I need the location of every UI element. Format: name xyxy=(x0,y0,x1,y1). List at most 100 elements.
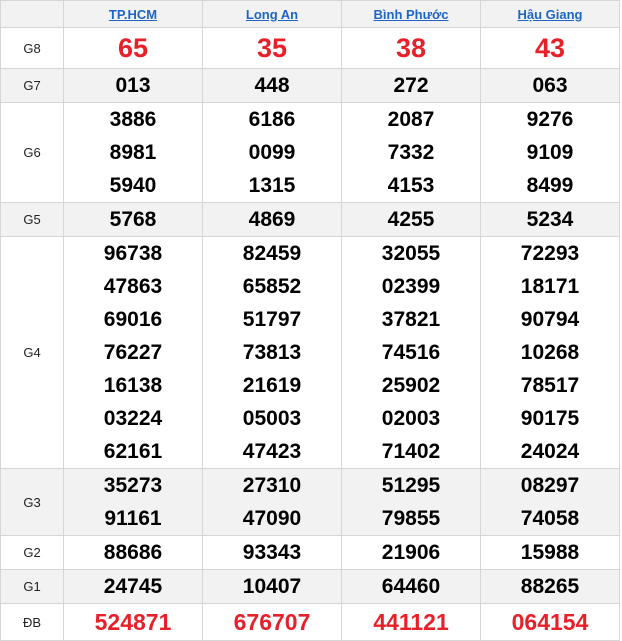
result-number: 96738 xyxy=(103,242,163,265)
result-number: 8981 xyxy=(109,141,157,164)
prize-row-g3: G3 35273 91161 27310 47090 51295 79855 0… xyxy=(0,468,620,536)
result-number: 32055 xyxy=(381,242,441,265)
result-number: 063 xyxy=(532,74,568,97)
result-cell: 013 xyxy=(63,68,203,103)
prize-label: G6 xyxy=(0,102,64,203)
result-number: 82459 xyxy=(242,242,302,265)
result-number: 24745 xyxy=(103,575,163,598)
result-cell: 35273 91161 xyxy=(63,468,203,536)
result-cell: 064154 xyxy=(480,603,620,641)
result-cell: 272 xyxy=(341,68,481,103)
prize-row-g7: G7 013 448 272 063 xyxy=(0,68,620,103)
result-number: 37821 xyxy=(381,308,441,331)
result-cell: 2087 7332 4153 xyxy=(341,102,481,203)
result-cell: 448 xyxy=(202,68,342,103)
result-number: 9109 xyxy=(526,141,574,164)
province-link-long-an[interactable]: Long An xyxy=(246,7,298,22)
result-number: 21906 xyxy=(381,541,441,564)
result-number: 05003 xyxy=(242,407,302,430)
result-number: 15988 xyxy=(520,541,580,564)
result-cell: 27310 47090 xyxy=(202,468,342,536)
result-cell: 64460 xyxy=(341,569,481,604)
result-number: 5940 xyxy=(109,174,157,197)
prize-row-g6: G6 3886 8981 5940 6186 0099 1315 2087 73… xyxy=(0,102,620,203)
result-number: 7332 xyxy=(387,141,435,164)
result-number: 448 xyxy=(254,74,290,97)
result-number: 90175 xyxy=(520,407,580,430)
result-number: 5768 xyxy=(109,208,157,231)
result-number: 47423 xyxy=(242,440,302,463)
result-cell: 88265 xyxy=(480,569,620,604)
result-number: 79855 xyxy=(381,507,441,530)
result-number: 18171 xyxy=(520,275,580,298)
province-link-tphcm[interactable]: TP.HCM xyxy=(109,7,157,22)
prize-label: ĐB xyxy=(0,603,64,641)
result-number: 35273 xyxy=(103,474,163,497)
prize-label: G3 xyxy=(0,468,64,536)
result-number: 013 xyxy=(115,74,151,97)
result-number: 65 xyxy=(117,33,149,63)
result-number: 71402 xyxy=(381,440,441,463)
result-number: 064154 xyxy=(511,609,589,635)
header-row: TP.HCM Long An Bình Phước Hậu Giang xyxy=(0,0,620,28)
result-number: 16138 xyxy=(103,374,163,397)
prize-row-g5: G5 5768 4869 4255 5234 xyxy=(0,202,620,237)
result-number: 02003 xyxy=(381,407,441,430)
result-cell: 88686 xyxy=(63,535,203,570)
result-cell: 65 xyxy=(63,27,203,69)
result-number: 676707 xyxy=(233,609,311,635)
result-number: 5234 xyxy=(526,208,574,231)
province-link-hau-giang[interactable]: Hậu Giang xyxy=(517,7,582,22)
result-number: 62161 xyxy=(103,440,163,463)
prize-label: G2 xyxy=(0,535,64,570)
result-cell: 5234 xyxy=(480,202,620,237)
result-cell: 08297 74058 xyxy=(480,468,620,536)
result-number: 8499 xyxy=(526,174,574,197)
province-header: Hậu Giang xyxy=(480,0,620,28)
result-number: 64460 xyxy=(381,575,441,598)
result-cell: 96738 47863 69016 76227 16138 03224 6216… xyxy=(63,236,203,469)
result-number: 25902 xyxy=(381,374,441,397)
result-number: 24024 xyxy=(520,440,580,463)
result-cell: 4255 xyxy=(341,202,481,237)
result-number: 441121 xyxy=(373,609,449,635)
result-cell: 6186 0099 1315 xyxy=(202,102,342,203)
prize-label: G7 xyxy=(0,68,64,103)
result-number: 93343 xyxy=(242,541,302,564)
result-number: 03224 xyxy=(103,407,163,430)
result-number: 4255 xyxy=(387,208,435,231)
result-number: 76227 xyxy=(103,341,163,364)
result-number: 3886 xyxy=(109,108,157,131)
result-number: 65852 xyxy=(242,275,302,298)
prize-label: G4 xyxy=(0,236,64,469)
result-number: 51295 xyxy=(381,474,441,497)
result-cell: 43 xyxy=(480,27,620,69)
result-number: 43 xyxy=(534,33,566,63)
result-cell: 3886 8981 5940 xyxy=(63,102,203,203)
result-number: 90794 xyxy=(520,308,580,331)
result-cell: 21906 xyxy=(341,535,481,570)
result-cell: 93343 xyxy=(202,535,342,570)
province-link-binh-phuoc[interactable]: Bình Phước xyxy=(374,7,449,22)
result-number: 6186 xyxy=(248,108,296,131)
prize-row-g4: G4 96738 47863 69016 76227 16138 03224 6… xyxy=(0,236,620,469)
prize-label: G8 xyxy=(0,27,64,69)
lottery-results-table: TP.HCM Long An Bình Phước Hậu Giang G8 6… xyxy=(0,0,620,641)
prize-label: G5 xyxy=(0,202,64,237)
result-number: 10407 xyxy=(242,575,302,598)
result-cell: 441121 xyxy=(341,603,481,641)
result-number: 69016 xyxy=(103,308,163,331)
result-number: 0099 xyxy=(248,141,296,164)
province-header: Long An xyxy=(202,0,342,28)
result-cell: 10407 xyxy=(202,569,342,604)
result-number: 272 xyxy=(393,74,429,97)
result-number: 47090 xyxy=(242,507,302,530)
result-number: 27310 xyxy=(242,474,302,497)
province-header: Bình Phước xyxy=(341,0,481,28)
result-number: 9276 xyxy=(526,108,574,131)
result-cell: 35 xyxy=(202,27,342,69)
result-cell: 063 xyxy=(480,68,620,103)
result-number: 72293 xyxy=(520,242,580,265)
result-number: 2087 xyxy=(387,108,435,131)
result-cell: 15988 xyxy=(480,535,620,570)
